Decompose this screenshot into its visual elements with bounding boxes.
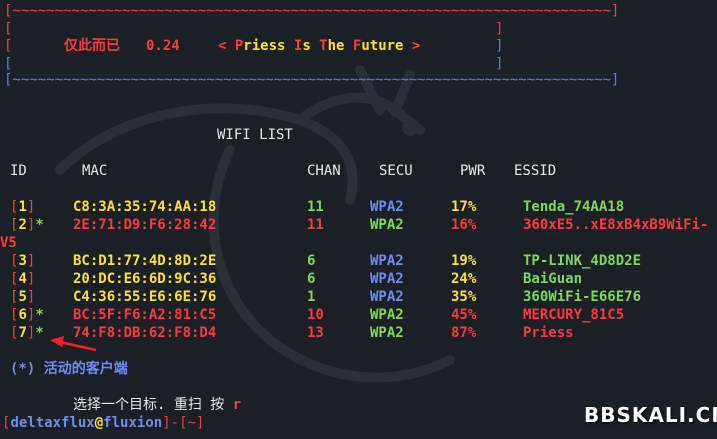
table-row[interactable]: [3]: [10, 252, 35, 270]
row-mac: 20:DC:E6:6D:9C:36: [73, 271, 217, 287]
row-chan: 1: [307, 289, 316, 305]
row-essid: 360WiFi-E66E76: [523, 289, 642, 305]
row-pwr: 19%: [451, 253, 477, 269]
row-essid-wrap: V5: [0, 235, 17, 251]
banner-left-bracket: [: [4, 21, 13, 37]
row-secu: WPA2: [370, 325, 404, 341]
row-chan: 6: [307, 253, 316, 269]
row-essid: MERCURY_81C5: [523, 307, 625, 323]
header-pwr: PWR: [460, 163, 486, 179]
row-essid: Tenda_74AA18: [523, 199, 625, 215]
banner-right-bracket: ]: [495, 38, 504, 54]
table-row[interactable]: [6]*: [10, 306, 44, 324]
row-secu: WPA2: [370, 271, 404, 287]
row-chan: 13: [307, 325, 324, 341]
row-pwr: 45%: [451, 307, 477, 323]
row-pwr: 87%: [451, 325, 477, 341]
header-essid: ESSID: [514, 163, 557, 179]
row-secu: WPA2: [370, 199, 404, 215]
red-arrow-icon: [50, 336, 97, 352]
banner-left-bracket: [: [4, 38, 13, 54]
banner-top-border: [~~~~~~~~~~~~~~~~~~~~~~~~~~~~~~~~~~~~~~~…: [4, 3, 620, 19]
bbskali-watermark: BBSKALI.CN: [584, 403, 717, 427]
header-id: ID: [10, 163, 27, 179]
table-row[interactable]: [4]: [10, 270, 35, 288]
row-chan: 11: [307, 217, 324, 233]
row-pwr: 17%: [451, 199, 477, 215]
banner-version: 0.24: [146, 38, 180, 54]
table-row[interactable]: [1]: [10, 198, 35, 216]
row-secu: WPA2: [370, 217, 404, 233]
row-chan: 6: [307, 271, 316, 287]
select-target-prompt: 选择一个目标. 重扫 按 r: [73, 397, 242, 413]
table-row[interactable]: [7]*: [10, 324, 44, 342]
row-mac: BC:5F:F6:A2:81:C5: [73, 307, 217, 323]
banner-right-bracket: ]: [495, 21, 504, 37]
row-mac: 2E:71:D9:F6:28:42: [73, 217, 217, 233]
row-essid: BaiGuan: [523, 271, 583, 287]
wifi-list-title: WIFI LIST: [217, 127, 293, 143]
row-essid: Priess: [523, 325, 574, 341]
row-mac: BC:D1:77:4D:8D:2E: [73, 253, 217, 269]
banner-bottom-border: [~~~~~~~~~~~~~~~~~~~~~~~~~~~~~~~~~~~~~~~…: [4, 72, 620, 88]
row-pwr: 35%: [451, 289, 477, 305]
row-pwr: 16%: [451, 217, 477, 233]
shell-prompt[interactable]: [deltaxflux@fluxion]-[~]: [2, 414, 204, 432]
row-essid: TP-LINK_4D8D2E: [523, 253, 642, 269]
active-clients-note: (*) 活动的客户端: [10, 361, 128, 377]
row-essid: 360xE5..xE8xB4xB9WiFi-: [523, 217, 709, 233]
header-chan: CHAN: [307, 163, 341, 179]
table-row[interactable]: [5]: [10, 288, 35, 306]
header-mac: MAC: [82, 163, 108, 179]
row-chan: 10: [307, 307, 324, 323]
row-pwr: 24%: [451, 271, 477, 287]
banner-chinese-text: 仅此而已: [64, 38, 120, 54]
row-secu: WPA2: [370, 253, 404, 269]
row-mac: C8:3A:35:74:AA:18: [73, 199, 217, 215]
row-mac: C4:36:55:E6:6E:76: [73, 289, 217, 305]
row-chan: 11: [307, 199, 324, 215]
banner-slogan: < Priess Is The Future >: [218, 38, 421, 54]
row-secu: WPA2: [370, 307, 404, 323]
row-secu: WPA2: [370, 289, 404, 305]
header-secu: SECU: [379, 163, 413, 179]
table-row[interactable]: [2]*: [10, 216, 44, 234]
